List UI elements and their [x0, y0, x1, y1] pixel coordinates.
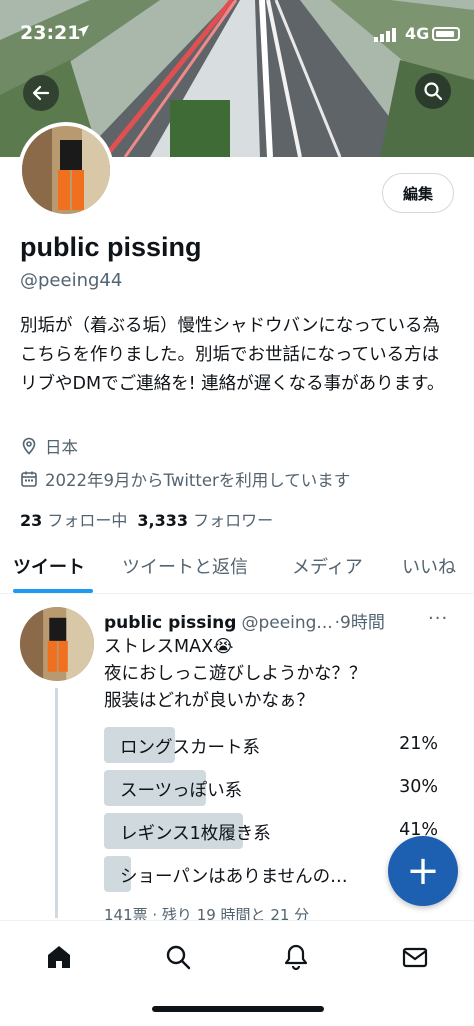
followers-count: 3,333 [137, 511, 188, 530]
nav-explore[interactable] [158, 937, 198, 977]
location-pin-icon [22, 437, 36, 455]
bell-icon [284, 944, 308, 971]
follow-stats: 23 フォロー中 3,333 フォロワー [20, 507, 273, 531]
thread-line [55, 688, 58, 918]
nav-notifications[interactable] [276, 937, 316, 977]
profile-avatar[interactable] [18, 122, 114, 218]
tweet-time[interactable]: ·9時間 [335, 608, 385, 633]
tweet-avatar[interactable] [20, 607, 94, 681]
following-label: フォロー中 [47, 511, 128, 530]
compose-tweet-button[interactable]: + [388, 836, 458, 906]
tweet-line: ストレスMAX😭 [104, 637, 234, 657]
active-tab-indicator [13, 589, 93, 593]
search-button[interactable] [415, 73, 451, 109]
followers-label: フォロワー [193, 511, 274, 530]
poll-option-percent: 30% [399, 777, 438, 797]
nav-messages[interactable] [395, 937, 435, 977]
envelope-icon [402, 947, 428, 968]
tab-media[interactable]: メディア [292, 553, 363, 579]
display-name: public pissing [20, 232, 202, 262]
profile-tabs: ツイート ツイートと返信 メディア いいね [0, 548, 474, 594]
poll-option: レギンス1枚履き系 41% [104, 813, 444, 849]
poll-option: スーツっぽい系 30% [104, 770, 444, 806]
followers-link[interactable]: 3,333 フォロワー [137, 507, 273, 531]
profile-location: 日本 [20, 434, 78, 458]
battery-icon [432, 27, 460, 41]
following-count: 23 [20, 511, 43, 530]
avatar-image [22, 126, 110, 214]
tweet-author-name[interactable]: public pissing [104, 613, 236, 633]
search-icon [166, 945, 191, 970]
arrow-left-icon [32, 85, 50, 101]
home-indicator [152, 1006, 324, 1012]
search-icon [424, 82, 443, 101]
location-text: 日本 [45, 438, 78, 457]
poll-option: ロングスカート系 21% [104, 727, 444, 763]
signal-icon [374, 28, 396, 42]
back-button[interactable] [23, 75, 59, 111]
network-type: 4G [405, 24, 430, 43]
status-time: 23:21 [20, 22, 81, 44]
nav-home[interactable] [39, 937, 79, 977]
poll-option-percent: 21% [399, 734, 438, 754]
poll-option-label: ロングスカート系 [120, 738, 260, 758]
tweet-line: 服装はどれが良いかなぁ？ [104, 691, 314, 711]
following-link[interactable]: 23 フォロー中 [20, 507, 127, 531]
location-arrow-icon [77, 25, 89, 37]
tweet-line: 夜におしっこ遊びしようかな？？ [104, 664, 367, 684]
tweet-author-handle[interactable]: @peeing... [241, 613, 332, 633]
tab-tweets-and-replies[interactable]: ツイートと返信 [122, 553, 248, 579]
status-bar: 23:21 4G [0, 0, 474, 60]
tab-tweets[interactable]: ツイート [13, 553, 85, 579]
edit-profile-button[interactable]: 編集 [382, 173, 454, 213]
poll-option-label: ショーパンはありませんの… [120, 867, 348, 887]
profile-joined: 2022年9月からTwitterを利用しています [20, 467, 350, 491]
profile-handle: @peeing44 [20, 270, 123, 291]
tab-likes[interactable]: いいね [402, 553, 456, 579]
joined-text: 2022年9月からTwitterを利用しています [45, 471, 351, 490]
calendar-icon [21, 471, 37, 487]
tweet-more-button[interactable]: ··· [428, 608, 448, 629]
avatar-image [20, 607, 94, 681]
poll-option-label: スーツっぽい系 [120, 781, 243, 801]
home-icon [48, 946, 70, 968]
tweet-text: ストレスMAX😭 夜におしっこ遊びしようかな？？ 服装はどれが良いかなぁ？ [104, 634, 367, 715]
poll-option-label: レギンス1枚履き系 [120, 824, 271, 844]
tweet-header: public pissing @peeing... ·9時間 [104, 608, 460, 633]
profile-bio: 別垢が（着ぶる垢）慢性シャドウバンになっている為こちらを作りました。別垢でお世話… [20, 316, 445, 394]
